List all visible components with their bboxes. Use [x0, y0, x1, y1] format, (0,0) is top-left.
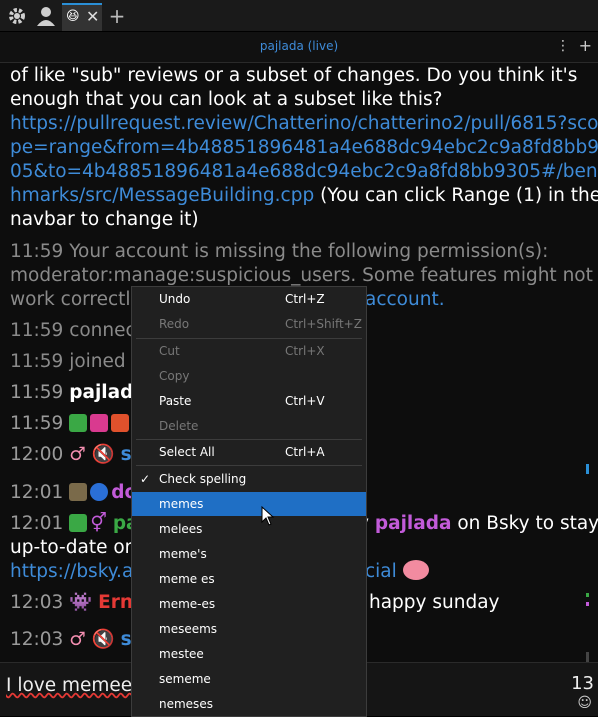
message-line: 11:59 pajlada — [10, 381, 146, 405]
add-tab-plus-icon[interactable]: + — [104, 3, 130, 29]
message-line: hmarks/src/MessageBuilding.cpp (You can … — [10, 184, 598, 208]
menu-item-redo[interactable]: Redo Ctrl+Shift+Z — [132, 312, 366, 336]
gender-male-icon: ♂ — [69, 629, 86, 650]
message-line: navbar to change it) — [10, 209, 199, 230]
message-line: of like "sub" reviews or a subset of cha… — [10, 65, 578, 86]
menu-item-cut[interactable]: Cut Ctrl+X — [132, 339, 366, 363]
timestamp: 12:03 — [10, 592, 64, 613]
checkmark-icon: ✓ — [140, 472, 151, 486]
timestamp: 11:59 — [10, 413, 64, 434]
add-split-plus-icon[interactable]: + — [579, 36, 592, 55]
message-line: 11:59 — [10, 412, 132, 436]
message-link[interactable]: pe=range&from=4b48851896481a4e688dc94ebc… — [10, 136, 598, 160]
chat-input-field[interactable]: I love memees — [6, 675, 142, 696]
menu-item-delete[interactable]: Delete — [132, 414, 366, 438]
message-text: happy sunday — [369, 592, 500, 613]
message-line: 12:01 ⚥ pa — [10, 512, 139, 536]
message-text: on Bsky to stay — [451, 513, 598, 534]
settings-gear-icon[interactable] — [4, 3, 30, 29]
mention[interactable]: pajlada — [375, 513, 452, 534]
message-line: enough that you can look at a subset lik… — [10, 89, 443, 110]
message-line: 12:00 ♂ 🔇 st — [10, 443, 141, 467]
account-user-icon[interactable] — [33, 3, 59, 29]
message-text: (You can click Range (1) in the — [314, 185, 598, 206]
timestamp: 12:01 — [10, 513, 64, 534]
chat-input-text: I love memees — [6, 675, 142, 696]
tab-emoji-icon: 😆 — [66, 9, 80, 24]
timestamp: 12:03 — [10, 629, 64, 650]
scrollbar-highlight — [586, 593, 589, 597]
system-message-line: 11:59 connect — [10, 320, 143, 341]
spelling-suggestion[interactable]: meseems — [132, 617, 366, 641]
message-link[interactable]: cial — [365, 561, 397, 582]
gender-icon: ⚥ — [90, 513, 107, 534]
message-link[interactable]: https://pullrequest.review/Chatterino/ch… — [10, 112, 598, 136]
message-link[interactable]: hmarks/src/MessageBuilding.cpp — [10, 185, 314, 206]
timestamp: 11:59 — [10, 382, 64, 403]
menu-item-copy[interactable]: Copy — [132, 364, 366, 388]
tab-current[interactable]: 😆 ✕ — [62, 3, 102, 31]
spelling-suggestion[interactable]: nemeses — [132, 692, 366, 716]
system-message-line: 11:59 joined c — [10, 351, 142, 372]
tab-close-icon[interactable]: ✕ — [86, 7, 99, 26]
message-line: 12:01 do — [10, 481, 137, 505]
system-message-line: 11:59 Your account is missing the follow… — [10, 241, 549, 262]
spelling-suggestion[interactable]: mestee — [132, 642, 366, 666]
channel-title[interactable]: pajlada (live) — [0, 39, 598, 53]
ghost-badge-icon[interactable]: 👾 — [69, 592, 92, 613]
split-menu-icon[interactable]: ⋮ — [556, 38, 570, 54]
spelling-suggestion[interactable]: memes — [132, 492, 366, 516]
spelling-suggestion[interactable]: sememe — [132, 667, 366, 691]
message-link[interactable]: 05&to=4b48851896481a4e688dc94ebc2c9a8fd8… — [10, 160, 598, 184]
emoji-picker-icon[interactable]: ☺ — [577, 695, 592, 711]
emote-icon[interactable] — [402, 560, 429, 580]
message-text: cial — [365, 560, 429, 584]
scrollbar-highlight — [586, 602, 589, 606]
muted-speaker-icon: 🔇 — [91, 444, 115, 465]
system-text: work correctly — [10, 289, 142, 310]
c-badge-icon[interactable] — [90, 483, 109, 501]
menu-separator — [136, 465, 362, 466]
message-text: y pajlada on Bsky to stay — [358, 512, 598, 536]
gender-male-icon: ♂ — [69, 444, 86, 465]
system-message-line: moderator:manage:suspicious_users. Some … — [10, 265, 593, 286]
menu-item-check-spelling[interactable]: ✓ Check spelling — [132, 467, 366, 491]
timestamp: 12:00 — [10, 444, 64, 465]
spellcheck-context-menu: Undo Ctrl+Z Redo Ctrl+Shift+Z Cut Ctrl+X Co… — [131, 286, 367, 717]
subscriber-badge-icon[interactable] — [69, 514, 88, 532]
tab-bar: 😆 ✕ + — [0, 0, 598, 31]
muted-speaker-icon: 🔇 — [91, 629, 115, 650]
account-link[interactable]: account. — [365, 288, 445, 312]
mouse-cursor-icon — [261, 506, 275, 526]
spelling-suggestion[interactable]: meme's — [132, 542, 366, 566]
spelling-suggestion[interactable]: melees — [132, 517, 366, 541]
split-header: pajlada (live) ⋮ + — [0, 32, 598, 63]
message-link[interactable]: https://bsky.a — [10, 560, 133, 584]
timestamp: 12:01 — [10, 482, 64, 503]
character-count: 13 — [571, 673, 594, 694]
subscriber-badge-icon[interactable] — [69, 414, 88, 432]
first-badge-icon[interactable] — [90, 414, 109, 432]
spelling-suggestion[interactable]: meme es — [132, 567, 366, 591]
pickaxe-badge-icon[interactable] — [69, 483, 88, 501]
scrollbar-highlight — [586, 464, 589, 474]
message-line: up-to-date on — [10, 537, 137, 558]
system-message-line: work correctly — [10, 288, 142, 312]
bf-badge-icon[interactable] — [111, 414, 130, 432]
menu-item-paste[interactable]: Paste Ctrl+V — [132, 389, 366, 413]
spelling-suggestion[interactable]: meme-es — [132, 592, 366, 616]
message-line: 12:03 ♂ 🔇 st — [10, 628, 141, 652]
menu-item-undo[interactable]: Undo Ctrl+Z — [132, 287, 366, 311]
message-line: 12:03 👾 Erne — [10, 591, 146, 615]
menu-item-select-all[interactable]: Select All Ctrl+A — [132, 440, 366, 464]
